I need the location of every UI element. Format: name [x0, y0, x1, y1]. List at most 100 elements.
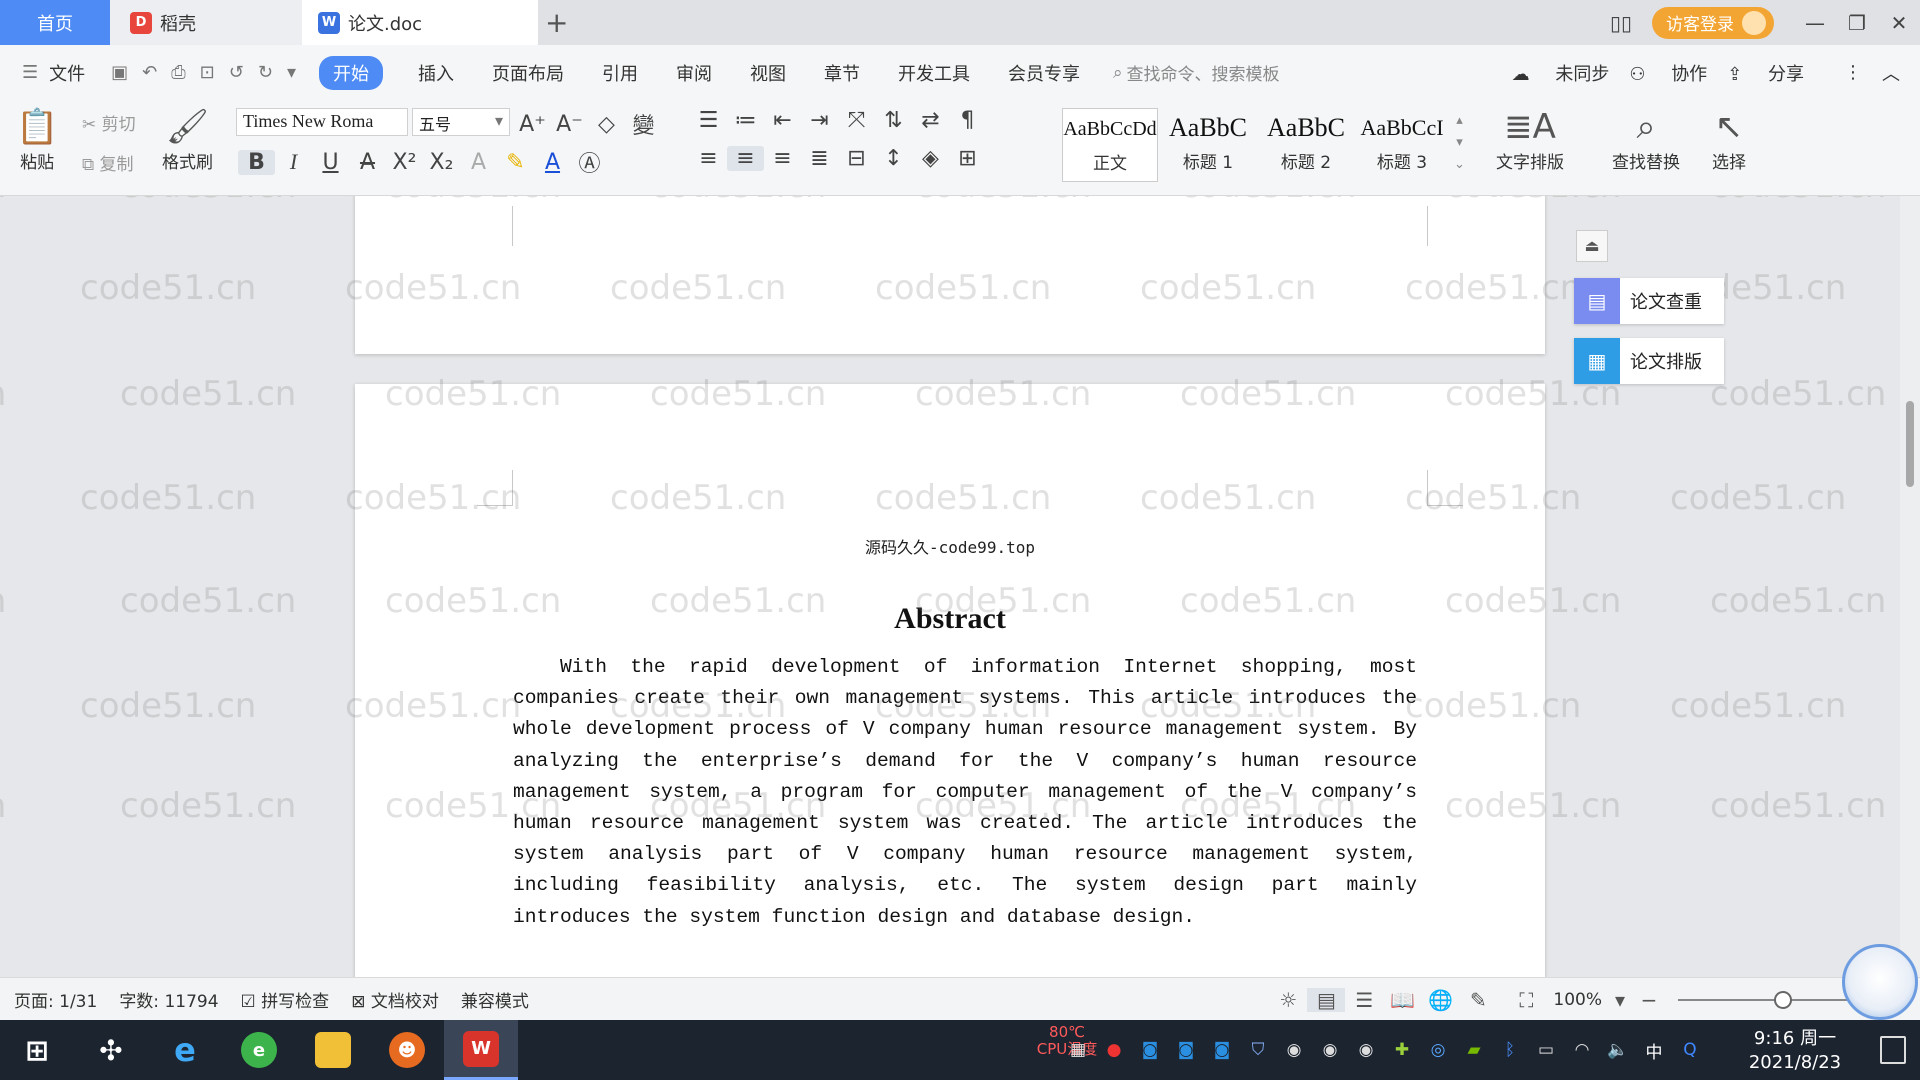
cut-button[interactable]: ✂ 剪切: [82, 110, 136, 135]
eye-protection-icon[interactable]: ☼: [1269, 988, 1307, 1012]
collaborate-button[interactable]: ⚇ 协作: [1629, 60, 1707, 86]
hamburger-icon[interactable]: ☰: [22, 62, 38, 83]
style-normal[interactable]: AaBbCcDd 正文: [1062, 108, 1158, 182]
page-view-icon[interactable]: ▤: [1307, 987, 1346, 1012]
command-search[interactable]: ⌕ 查找命令、搜索模板: [1113, 60, 1280, 86]
menu-start[interactable]: 开始: [318, 55, 383, 90]
copy-button[interactable]: ⧉ 复制: [82, 150, 134, 175]
style-scroll-icon[interactable]: ▴ ▾ ⌄: [1454, 110, 1465, 176]
write-view-icon[interactable]: ✎: [1459, 988, 1497, 1012]
tray-app-icon[interactable]: ◙: [1132, 1040, 1168, 1060]
thesis-layout-button[interactable]: ▦ 论文排版: [1574, 338, 1724, 384]
guest-login-button[interactable]: 访客登录: [1652, 6, 1774, 39]
abstract-paragraph[interactable]: With the rapid development of informatio…: [513, 652, 1417, 933]
plagiarism-check-button[interactable]: ▤ 论文查重: [1574, 278, 1724, 324]
font-color-icon[interactable]: A: [534, 150, 571, 175]
nvidia-icon[interactable]: ▰: [1456, 1040, 1492, 1060]
volume-icon[interactable]: 🔈: [1600, 1040, 1636, 1060]
format-painter-button[interactable]: 🖌 格式刷: [162, 106, 213, 173]
page-indicator[interactable]: 页面: 1/31: [14, 987, 97, 1012]
undo-history-icon[interactable]: ↶: [142, 62, 157, 83]
distributed-icon[interactable]: ⊟: [838, 146, 875, 171]
tray-app-icon[interactable]: ✚: [1384, 1040, 1420, 1060]
more-icon[interactable]: ⋮: [1844, 62, 1862, 83]
taskbar-explorer[interactable]: [296, 1020, 370, 1080]
numbered-list-icon[interactable]: ≔: [727, 108, 764, 133]
sort-icon[interactable]: ⇅: [875, 108, 912, 133]
style-heading-3[interactable]: AaBbCcI 标题 3: [1354, 108, 1450, 182]
system-clock[interactable]: 9:16 周一 2021/8/23: [1735, 1027, 1855, 1075]
bullet-list-icon[interactable]: ☰: [690, 108, 727, 133]
menu-view[interactable]: 视图: [750, 60, 786, 86]
taskbar-browser[interactable]: e: [222, 1020, 296, 1080]
superscript-icon[interactable]: X²: [386, 150, 423, 175]
tray-monitor-icon[interactable]: ▦: [1060, 1040, 1096, 1060]
align-right-icon[interactable]: ≡: [764, 146, 801, 171]
italic-icon[interactable]: I: [275, 149, 312, 175]
menu-section[interactable]: 章节: [824, 60, 860, 86]
decrease-indent-icon[interactable]: ⇤: [764, 108, 801, 133]
shield-icon[interactable]: ⛉: [1240, 1040, 1276, 1060]
ime-app-icon[interactable]: Q: [1672, 1040, 1708, 1060]
undo-icon[interactable]: ↺: [229, 62, 244, 83]
notification-center-icon[interactable]: [1880, 1036, 1906, 1064]
proofread-button[interactable]: ⊠ 文档校对: [351, 987, 439, 1012]
web-view-icon[interactable]: 🌐: [1421, 988, 1459, 1012]
taskbar-ie[interactable]: e: [148, 1020, 222, 1080]
menu-review[interactable]: 审阅: [676, 60, 712, 86]
taskbar-app-1[interactable]: ✣: [74, 1020, 148, 1080]
save-icon[interactable]: ▣: [111, 62, 128, 83]
zoom-slider[interactable]: [1678, 990, 1792, 1009]
qq-icon[interactable]: ◉: [1348, 1040, 1384, 1060]
minimize-icon[interactable]: —: [1794, 11, 1836, 35]
strikethrough-icon[interactable]: A: [349, 150, 386, 175]
zoom-slider-handle[interactable]: [1774, 990, 1792, 1009]
select-button[interactable]: ↖ 选择: [1712, 106, 1746, 173]
shrink-font-icon[interactable]: A⁻: [551, 112, 588, 137]
fit-page-icon[interactable]: ⛶: [1507, 988, 1545, 1012]
subscript-icon[interactable]: X₂: [423, 150, 460, 175]
font-size-select[interactable]: 五号 ▾: [412, 108, 510, 136]
style-heading-2[interactable]: AaBbC 标题 2: [1258, 108, 1354, 182]
shading-icon[interactable]: ◈: [912, 146, 949, 171]
bluetooth-icon[interactable]: ᛒ: [1492, 1040, 1528, 1060]
restore-icon[interactable]: ❐: [1836, 11, 1878, 35]
current-page[interactable]: 源码久久-code99.top Abstract With the rapid …: [355, 384, 1545, 977]
tray-app-icon[interactable]: ●: [1096, 1040, 1132, 1060]
tab-home[interactable]: 首页: [0, 0, 110, 45]
taskbar-app-2[interactable]: ☻: [370, 1020, 444, 1080]
outline-view-icon[interactable]: ☰: [1345, 988, 1383, 1012]
justify-icon[interactable]: ≣: [801, 146, 838, 171]
sync-status[interactable]: ☁ 未同步: [1512, 60, 1610, 86]
document-workspace[interactable]: 源码久久-code99.top Abstract With the rapid …: [0, 196, 1920, 977]
underline-icon[interactable]: U: [312, 150, 349, 175]
text-layout-button[interactable]: ≣A 文字排版: [1496, 106, 1564, 173]
font-name-select[interactable]: Times New Roma: [236, 108, 408, 136]
menu-insert[interactable]: 插入: [418, 60, 454, 86]
increase-indent-icon[interactable]: ⇥: [801, 108, 838, 133]
zoom-dropdown-icon[interactable]: ▾: [1610, 988, 1630, 1012]
tray-app-icon[interactable]: ◙: [1168, 1040, 1204, 1060]
qq-icon[interactable]: ◉: [1276, 1040, 1312, 1060]
taskbar-wps[interactable]: W: [444, 1020, 518, 1080]
bold-icon[interactable]: B: [238, 149, 275, 175]
tray-app-icon[interactable]: ◎: [1420, 1040, 1456, 1060]
customize-toolbar-icon[interactable]: ▾: [287, 62, 296, 83]
tab-document[interactable]: W 论文.doc: [302, 0, 538, 45]
new-tab-button[interactable]: +: [545, 6, 568, 39]
find-replace-button[interactable]: ⌕ 查找替换: [1612, 106, 1680, 173]
start-button[interactable]: ⊞: [0, 1020, 74, 1080]
zoom-level[interactable]: 100%: [1553, 990, 1602, 1010]
redo-icon[interactable]: ↻: [258, 62, 273, 83]
abstract-heading[interactable]: Abstract: [355, 602, 1545, 636]
menu-file[interactable]: 文件: [49, 60, 85, 86]
highlight-icon[interactable]: ✎: [497, 150, 534, 175]
spell-check-button[interactable]: ☑ 拼写检查: [241, 987, 330, 1012]
char-border-icon[interactable]: Ⓐ: [571, 146, 608, 178]
word-count[interactable]: 字数: 11794: [119, 987, 218, 1012]
menu-references[interactable]: 引用: [602, 60, 638, 86]
align-center-icon[interactable]: ≡: [727, 146, 764, 171]
tab-docer[interactable]: D 稻壳: [110, 0, 302, 45]
layout-toggle-icon[interactable]: ▯▯: [1600, 11, 1642, 35]
line-spacing-icon[interactable]: ↕: [875, 146, 912, 171]
